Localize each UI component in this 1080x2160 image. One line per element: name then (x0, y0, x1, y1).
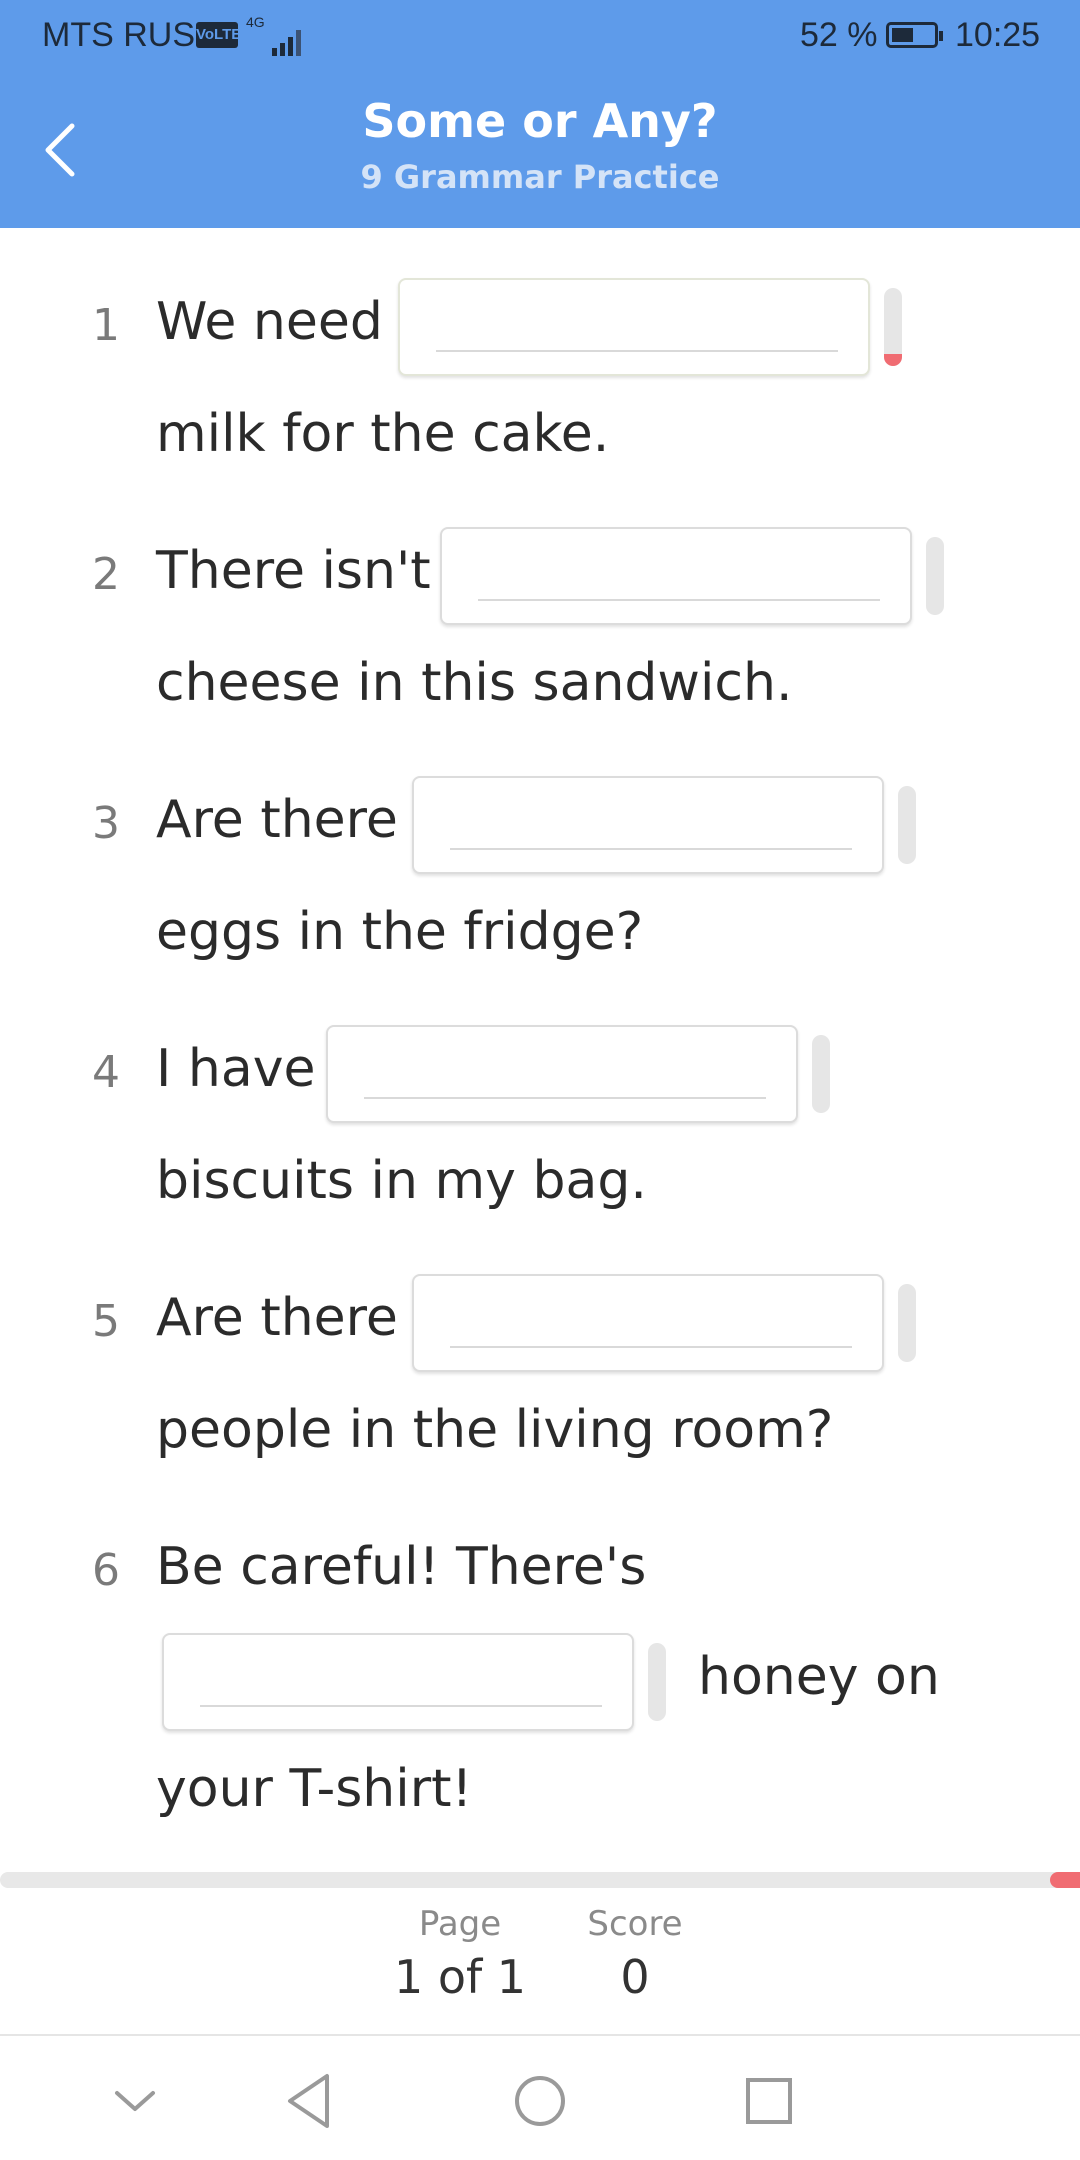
network-type: 4G (246, 14, 265, 30)
footer-info: Page 1 of 1 Score 0 (0, 1900, 1080, 2030)
question-number: 4 (92, 1047, 120, 1098)
battery-icon (886, 22, 943, 48)
error-indicator (884, 288, 902, 366)
answer-input[interactable] (412, 776, 884, 874)
question-text-after: milk for the cake. (156, 404, 610, 464)
input-handle (926, 537, 944, 615)
answer-input[interactable] (398, 278, 870, 376)
battery-percent: 52 % (800, 16, 878, 54)
question-number: 2 (92, 549, 120, 600)
answer-input[interactable] (412, 1274, 884, 1372)
progress-bar (0, 1872, 1080, 1888)
score-info: Score 0 (570, 1904, 700, 2004)
page-title: Some or Any? (362, 94, 718, 148)
volte-badge: VoLTE (196, 22, 241, 48)
clock: 10:25 (955, 16, 1041, 54)
recents-square-icon (746, 2078, 792, 2124)
input-handle (812, 1035, 830, 1113)
question-text-before: There isn't (156, 541, 431, 601)
score-label: Score (587, 1904, 683, 1944)
question-text-after: biscuits in my bag. (156, 1151, 647, 1211)
question-text-before: Are there (156, 1288, 398, 1348)
score-value: 0 (620, 1950, 650, 2004)
question-text-after: eggs in the fridge? (156, 902, 644, 962)
signal-icon: 4G (246, 14, 306, 56)
answer-input[interactable] (326, 1025, 798, 1123)
back-triangle-icon (288, 2074, 329, 2128)
question-number: 5 (92, 1296, 120, 1347)
question-text-before: I have (156, 1039, 316, 1099)
input-handle (898, 1284, 916, 1362)
hide-keyboard-button[interactable] (90, 2056, 180, 2146)
status-bar: MTS RUS VoLTE 4G 52 % 10:25 (0, 0, 1080, 70)
page-info: Page 1 of 1 (380, 1904, 540, 2004)
nav-home-button[interactable] (495, 2056, 585, 2146)
home-circle-icon (515, 2076, 565, 2126)
answer-input[interactable] (440, 527, 912, 625)
question-text-before: Be careful! There's (156, 1537, 647, 1597)
question-text-after: cheese in this sandwich. (156, 653, 793, 713)
carrier-name: MTS RUS (42, 16, 195, 54)
input-handle (898, 786, 916, 864)
system-nav-bar (0, 2036, 1080, 2160)
question-text-middle: honey on (698, 1647, 940, 1707)
question-text-after: people in the living room? (156, 1400, 834, 1460)
question-number: 1 (92, 300, 120, 351)
chevron-down-icon (115, 2091, 155, 2111)
nav-recents-button[interactable] (724, 2056, 814, 2146)
page-label: Page (418, 1904, 502, 1944)
nav-back-button[interactable] (265, 2056, 355, 2146)
input-handle (648, 1643, 666, 1721)
page-subtitle: 9 Grammar Practice (360, 158, 720, 196)
page-value: 1 of 1 (393, 1950, 527, 2004)
question-text-after: your T-shirt! (156, 1759, 473, 1819)
progress-marker (1050, 1872, 1080, 1888)
question-number: 3 (92, 798, 120, 849)
question-number: 6 (92, 1545, 120, 1596)
answer-input[interactable] (162, 1633, 634, 1731)
app-header: Some or Any? 9 Grammar Practice (0, 70, 1080, 228)
question-text-before: We need (156, 292, 383, 352)
question-text-before: Are there (156, 790, 398, 850)
